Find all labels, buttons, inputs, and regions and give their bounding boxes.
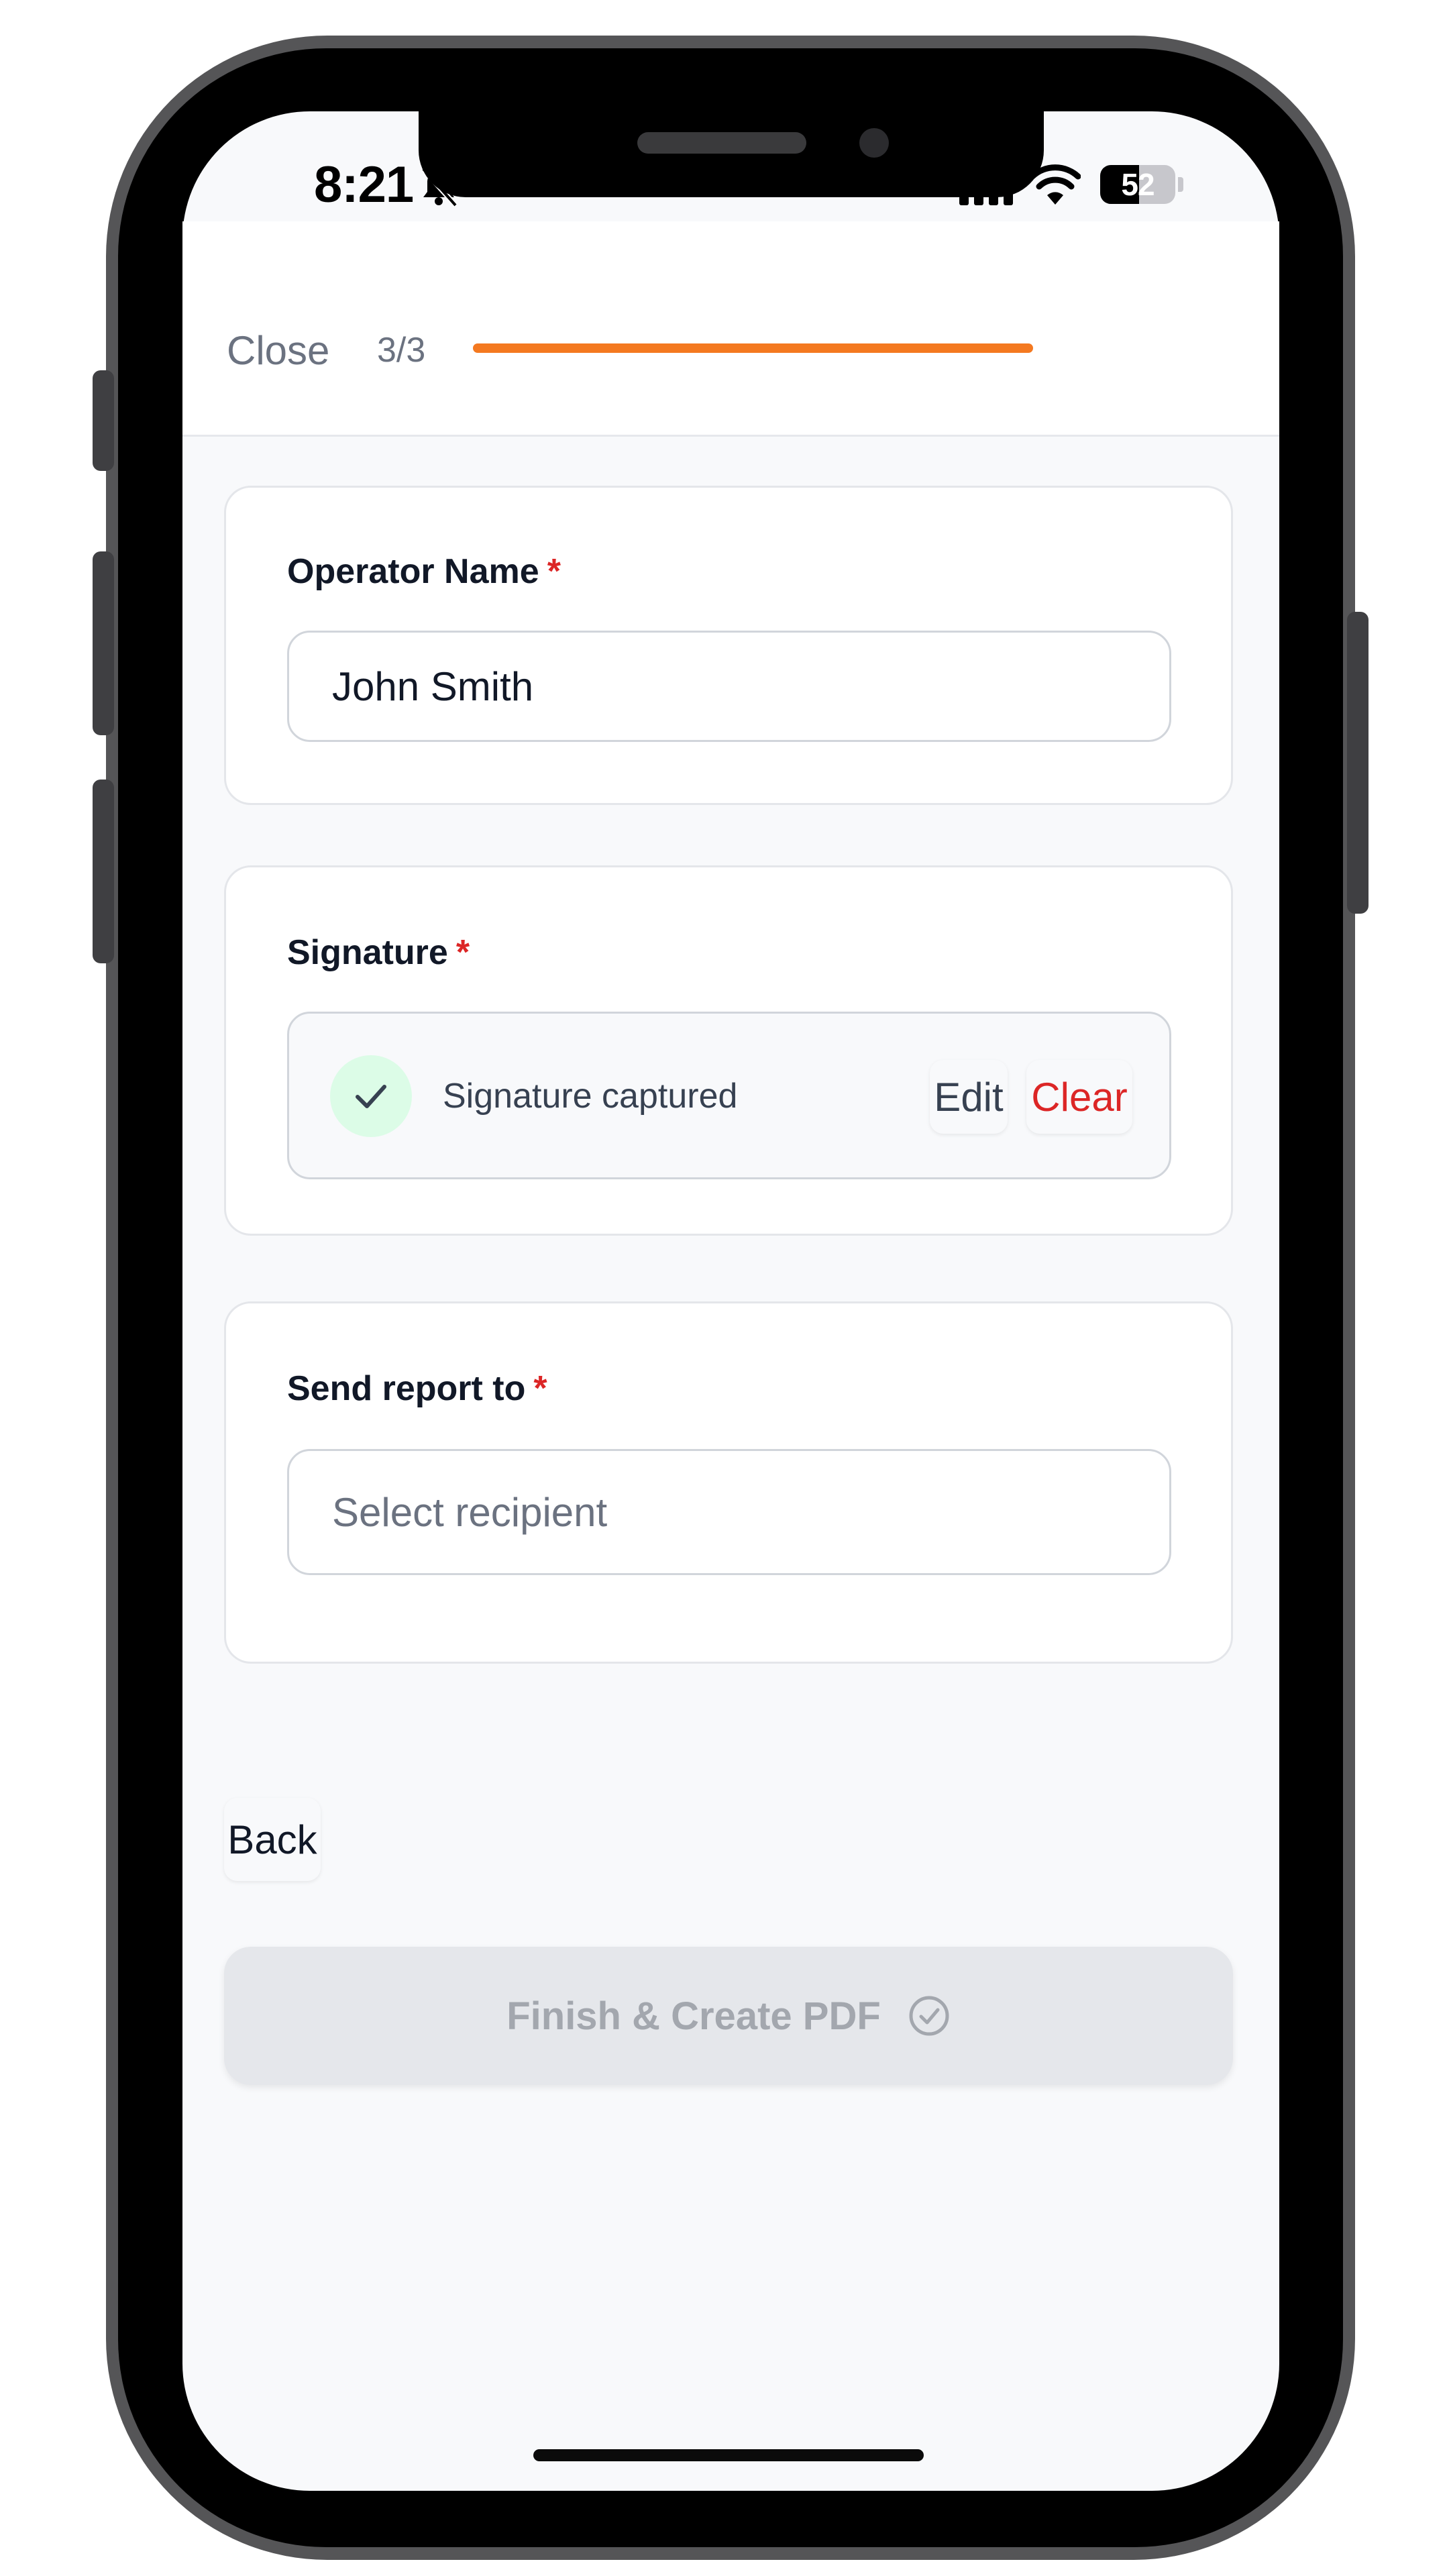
close-button[interactable]: Close <box>227 327 329 374</box>
signature-status: Signature captured <box>443 1077 738 1116</box>
power-button <box>1347 612 1368 914</box>
operator-name-input[interactable]: John Smith <box>287 631 1171 742</box>
signature-label: Signature * <box>287 933 470 972</box>
check-circle-icon <box>909 1996 949 2036</box>
notch <box>419 111 1044 197</box>
front-camera <box>859 128 889 158</box>
back-button[interactable]: Back <box>224 1798 321 1881</box>
progress-fill <box>473 343 1033 353</box>
required-mark: * <box>547 552 561 591</box>
battery-percent: 52 <box>1121 167 1155 202</box>
progress-bar <box>473 343 1033 353</box>
recipient-label: Send report to * <box>287 1369 547 1408</box>
home-indicator <box>533 2449 924 2461</box>
battery-tip <box>1178 177 1183 192</box>
edit-signature-button[interactable]: Edit <box>930 1060 1008 1134</box>
volume-down-button <box>93 780 114 963</box>
step-counter: 3/3 <box>377 331 426 370</box>
required-mark: * <box>533 1369 547 1408</box>
operator-label: Operator Name * <box>287 552 561 591</box>
volume-up-button <box>93 551 114 735</box>
mute-switch <box>93 370 114 471</box>
battery-icon: 52 <box>1100 165 1175 204</box>
form-header <box>182 221 1279 437</box>
speaker-grille <box>637 132 806 154</box>
finish-create-pdf-button[interactable]: Finish & Create PDF <box>224 1947 1233 2085</box>
status-time: 8:21 <box>314 156 414 213</box>
check-icon <box>330 1055 412 1137</box>
recipient-select[interactable]: Select recipient <box>287 1449 1171 1575</box>
clear-signature-button[interactable]: Clear <box>1026 1060 1132 1134</box>
required-mark: * <box>455 933 470 972</box>
finish-button-label: Finish & Create PDF <box>506 1994 881 2038</box>
